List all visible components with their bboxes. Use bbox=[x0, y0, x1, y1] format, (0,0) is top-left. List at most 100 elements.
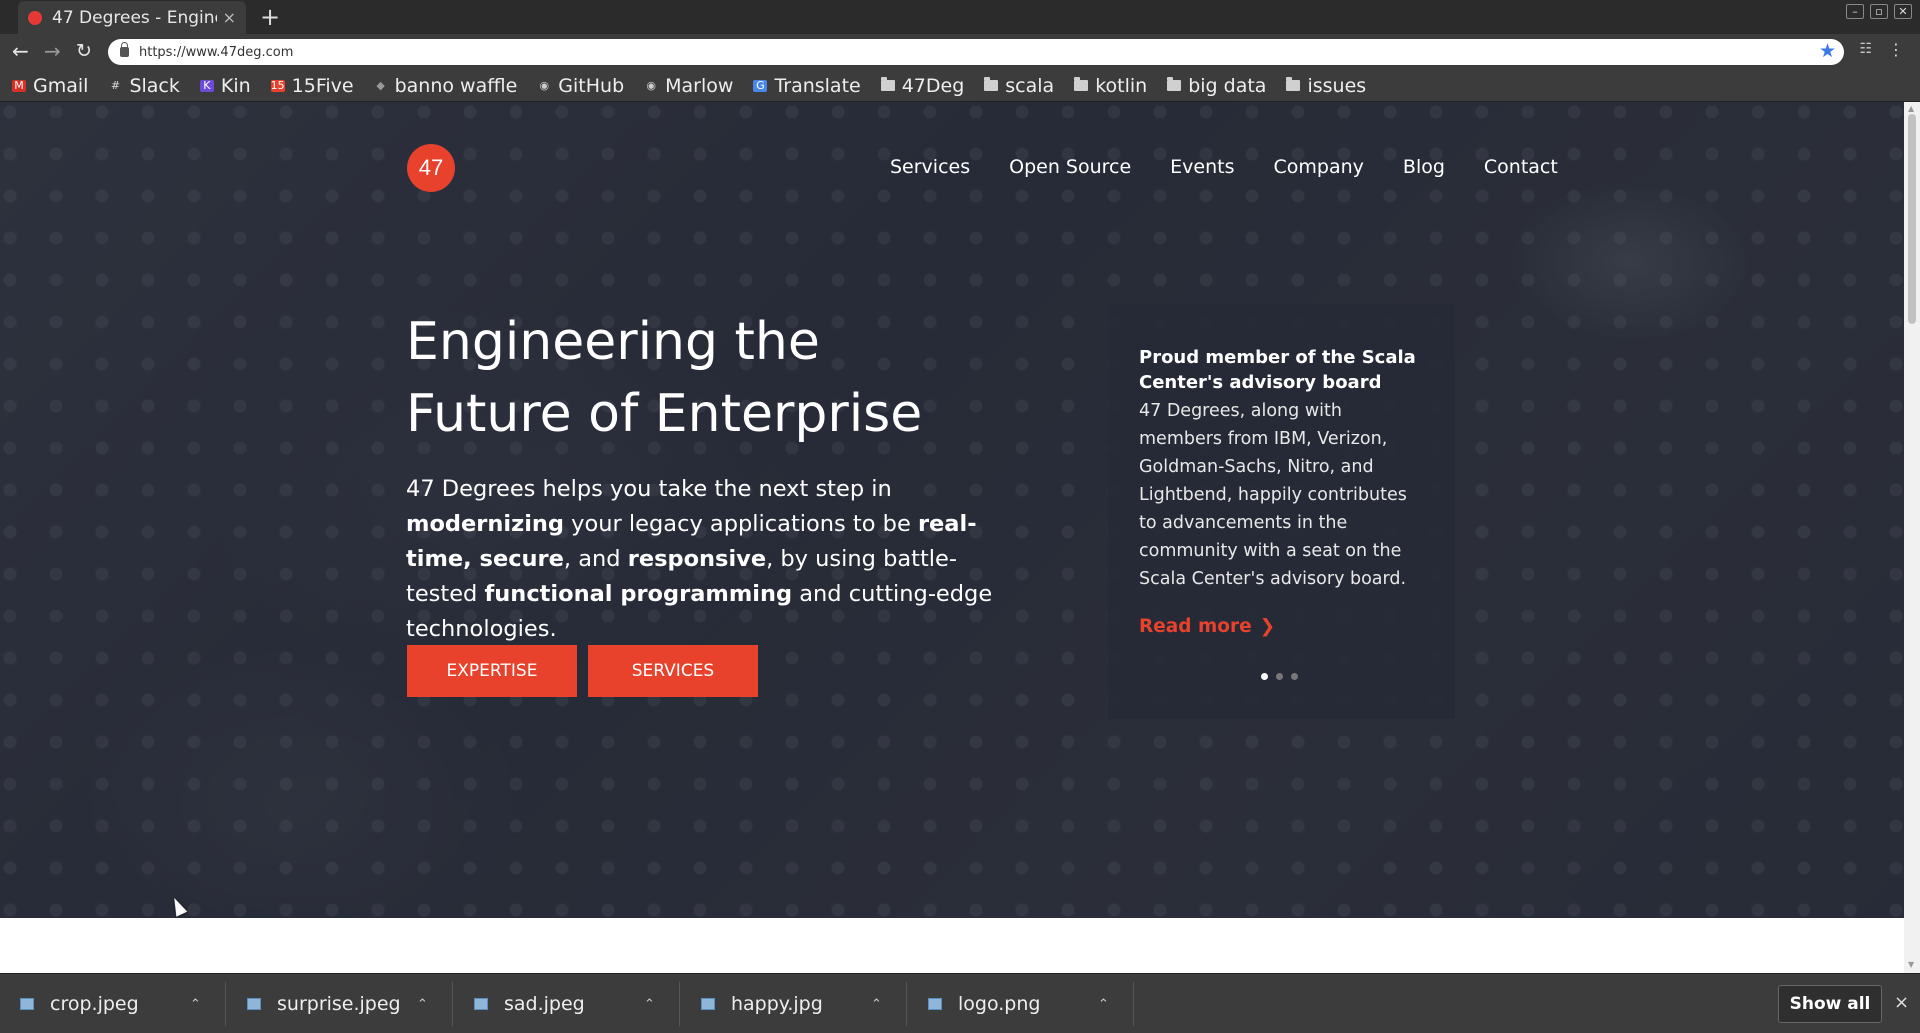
bookmark-15five[interactable]: 15 15Five bbox=[270, 74, 354, 97]
bookmark-star-icon[interactable]: ★ bbox=[1819, 40, 1836, 62]
favicon-icon bbox=[28, 10, 42, 25]
site-logo[interactable]: 47 bbox=[407, 144, 455, 192]
bookmark-label: Marlow bbox=[665, 74, 734, 97]
forward-icon[interactable]: → bbox=[44, 40, 61, 62]
reload-icon[interactable]: ↻ bbox=[76, 40, 92, 62]
page-scrollbar[interactable]: ▲ ▼ bbox=[1904, 102, 1920, 973]
bookmark-marlow[interactable]: ◉ Marlow bbox=[644, 75, 733, 97]
bookmark-folder-scala[interactable]: scala bbox=[984, 75, 1054, 97]
image-file-icon bbox=[20, 998, 34, 1010]
nav-services[interactable]: Services bbox=[890, 156, 970, 178]
tab-close-icon[interactable]: × bbox=[223, 8, 236, 27]
new-tab-button[interactable]: + bbox=[260, 3, 280, 31]
kin-icon: K bbox=[199, 79, 214, 92]
show-all-downloads-button[interactable]: Show all bbox=[1778, 985, 1882, 1023]
folder-icon bbox=[984, 77, 999, 91]
bookmark-label: banno waffle bbox=[394, 74, 518, 97]
carousel-dot-1[interactable] bbox=[1261, 673, 1268, 680]
card-body: 47 Degrees, along with members from IBM,… bbox=[1139, 401, 1407, 589]
chevron-up-icon[interactable]: ⌃ bbox=[871, 997, 882, 1012]
close-download-shelf-icon[interactable]: × bbox=[1894, 992, 1909, 1013]
main-nav: Services Open Source Events Company Blog… bbox=[890, 156, 1597, 178]
nav-contact[interactable]: Contact bbox=[1484, 156, 1558, 178]
scroll-thumb[interactable] bbox=[1908, 114, 1916, 324]
extension-icon[interactable]: ☷ bbox=[1859, 41, 1872, 57]
url-text[interactable]: https://www.47deg.com bbox=[139, 45, 293, 60]
page-viewport: 47 Services Open Source Events Company B… bbox=[0, 102, 1904, 973]
nav-events[interactable]: Events bbox=[1170, 156, 1234, 178]
nav-open-source[interactable]: Open Source bbox=[1009, 156, 1131, 178]
bookmark-folder-big-data[interactable]: big data bbox=[1167, 75, 1266, 97]
download-filename: logo.png bbox=[958, 993, 1041, 1015]
15five-icon: 15 bbox=[270, 78, 285, 92]
github-icon: ◉ bbox=[646, 78, 656, 92]
tab-strip: 47 Degrees - Engine × + – ▫ ✕ bbox=[0, 0, 1920, 34]
download-filename: surprise.jpeg bbox=[277, 993, 401, 1015]
read-more-label: Read more bbox=[1139, 616, 1252, 637]
download-item[interactable]: happy.jpg ⌃ bbox=[681, 982, 907, 1026]
image-file-icon bbox=[928, 998, 942, 1010]
lock-icon bbox=[120, 42, 129, 57]
back-icon[interactable]: ← bbox=[12, 40, 29, 62]
read-more-link[interactable]: Read more ❯ bbox=[1139, 616, 1275, 637]
lead-text: your legacy applications to be bbox=[564, 511, 918, 537]
minimize-button[interactable]: – bbox=[1846, 4, 1864, 19]
services-button[interactable]: SERVICES bbox=[588, 645, 758, 697]
folder-icon bbox=[1286, 77, 1301, 91]
bookmark-github[interactable]: ◉ GitHub bbox=[537, 75, 624, 97]
bookmark-folder-47deg[interactable]: 47Deg bbox=[880, 75, 964, 97]
hero-section: 47 Services Open Source Events Company B… bbox=[0, 102, 1904, 918]
lead-emphasis: responsive bbox=[627, 546, 767, 572]
bookmark-folder-issues[interactable]: issues bbox=[1286, 75, 1366, 97]
bookmark-kin[interactable]: K Kin bbox=[199, 74, 251, 97]
chevron-right-icon: ❯ bbox=[1259, 616, 1276, 637]
github-icon: ◉ bbox=[539, 78, 550, 92]
carousel-dot-2[interactable] bbox=[1276, 673, 1283, 680]
chevron-up-icon[interactable]: ⌃ bbox=[1098, 997, 1109, 1012]
lead-emphasis: modernizing bbox=[406, 511, 565, 537]
bookmark-translate[interactable]: G Translate bbox=[753, 75, 861, 97]
download-item[interactable]: surprise.jpeg ⌃ bbox=[227, 982, 453, 1026]
expertise-button[interactable]: EXPERTISE bbox=[407, 645, 577, 697]
download-filename: happy.jpg bbox=[731, 993, 823, 1015]
tab-title: 47 Degrees - Engine bbox=[52, 7, 217, 28]
chevron-up-icon[interactable]: ⌃ bbox=[644, 997, 655, 1012]
bookmark-banno-waffle[interactable]: ◆ banno waffle bbox=[374, 74, 518, 97]
gmail-icon: M bbox=[12, 79, 26, 92]
address-bar[interactable]: https://www.47deg.com ★ bbox=[108, 39, 1844, 65]
browser-tab[interactable]: 47 Degrees - Engine × bbox=[18, 1, 246, 34]
hero-headline: Engineering the Future of Enterprise bbox=[406, 312, 923, 444]
nav-blog[interactable]: Blog bbox=[1403, 156, 1445, 178]
restore-button[interactable]: ▫ bbox=[1870, 4, 1888, 19]
image-file-icon bbox=[247, 998, 261, 1010]
folder-icon bbox=[1074, 77, 1089, 91]
bookmark-slack[interactable]: # Slack bbox=[108, 75, 180, 97]
window-controls: – ▫ ✕ bbox=[1846, 4, 1912, 19]
bookmark-label: scala bbox=[1005, 74, 1055, 97]
chevron-up-icon[interactable]: ⌃ bbox=[417, 997, 428, 1012]
carousel-dot-3[interactable] bbox=[1291, 673, 1298, 680]
bookmark-label: GitHub bbox=[558, 74, 625, 97]
bookmark-label: Gmail bbox=[33, 74, 89, 97]
download-item[interactable]: logo.png ⌃ bbox=[908, 982, 1134, 1026]
close-window-button[interactable]: ✕ bbox=[1894, 4, 1912, 19]
scroll-down-icon[interactable]: ▼ bbox=[1908, 960, 1914, 969]
scroll-up-icon[interactable]: ▲ bbox=[1908, 104, 1914, 113]
bookmark-label: Kin bbox=[220, 74, 251, 97]
nav-company[interactable]: Company bbox=[1274, 156, 1364, 178]
bookmark-folder-kotlin[interactable]: kotlin bbox=[1074, 75, 1147, 97]
browser-menu-icon[interactable]: ⋮ bbox=[1888, 40, 1904, 59]
download-item[interactable]: sad.jpeg ⌃ bbox=[454, 982, 680, 1026]
download-item[interactable]: crop.jpeg ⌃ bbox=[0, 982, 226, 1026]
chevron-up-icon[interactable]: ⌃ bbox=[190, 997, 201, 1012]
bookmark-gmail[interactable]: M Gmail bbox=[12, 75, 88, 97]
bookmark-label: big data bbox=[1188, 74, 1267, 97]
bookmark-label: 15Five bbox=[291, 74, 354, 97]
bookmark-label: kotlin bbox=[1095, 74, 1148, 97]
lead-text: 47 Degrees helps you take the next step … bbox=[406, 476, 892, 502]
lead-text: , and bbox=[563, 546, 628, 572]
download-filename: sad.jpeg bbox=[504, 993, 585, 1015]
image-file-icon bbox=[701, 998, 715, 1010]
hero-lead: 47 Degrees helps you take the next step … bbox=[406, 472, 1006, 647]
slack-icon: # bbox=[110, 78, 121, 92]
